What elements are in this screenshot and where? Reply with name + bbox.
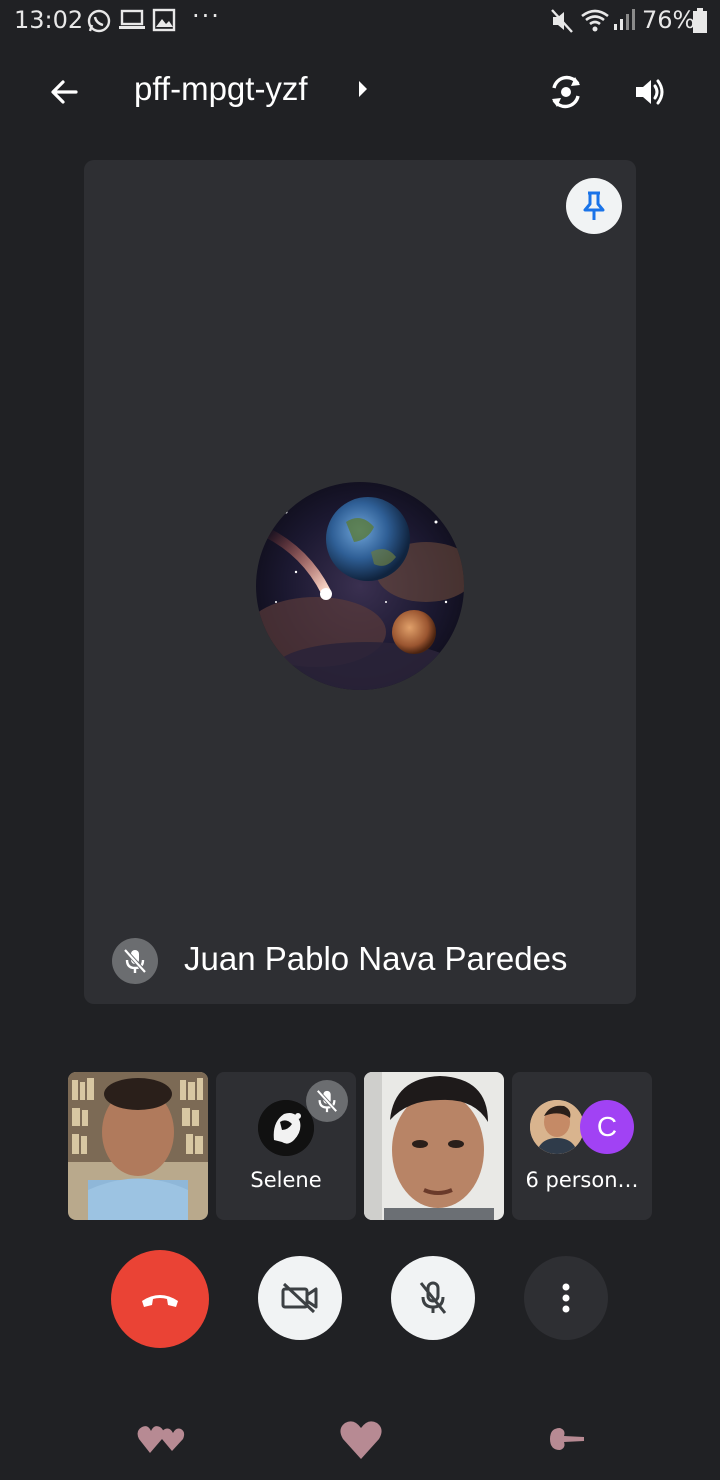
selene-muted-badge — [306, 1080, 348, 1122]
gallery-icon — [152, 8, 176, 36]
participant-avatar — [256, 482, 464, 690]
more-vert-icon — [562, 1283, 570, 1313]
switch-camera-icon — [552, 75, 580, 109]
participant-name: Juan Pablo Nava Paredes — [184, 940, 568, 977]
participant-video — [364, 1072, 504, 1220]
selene-avatar — [258, 1100, 314, 1156]
overflow-notifications: ··· — [192, 2, 221, 30]
whatsapp-icon — [86, 8, 112, 38]
home-heart-icon — [340, 1421, 382, 1459]
end-call-icon — [142, 1295, 178, 1307]
call-top-bar: pff-mpgt-yzf — [0, 60, 720, 124]
participant-thumbnail-group[interactable]: C 6 person… — [512, 1072, 652, 1220]
status-bar: 13:02 ··· 76% — [0, 0, 720, 44]
audio-output-button[interactable] — [624, 66, 676, 118]
mic-off-icon — [419, 1281, 447, 1314]
back-arrow-nav-icon — [550, 1428, 584, 1450]
participant-name-row: Juan Pablo Nava Paredes — [112, 936, 622, 986]
speaker-icon — [636, 79, 664, 105]
mic-toggle-button[interactable] — [391, 1256, 475, 1340]
participant-thumbnail-selene[interactable]: Selene — [216, 1072, 356, 1220]
camera-toggle-button[interactable] — [258, 1256, 342, 1340]
wifi-icon — [580, 8, 610, 38]
back-arrow-icon — [51, 80, 78, 104]
home-button[interactable] — [326, 1414, 396, 1464]
group-avatar-photo — [530, 1100, 584, 1154]
meeting-code[interactable]: pff-mpgt-yzf — [134, 70, 308, 108]
battery-percent: 76% — [642, 6, 696, 34]
back-nav-button[interactable] — [528, 1414, 598, 1464]
recents-hearts-icon — [137, 1426, 185, 1453]
laptop-icon — [118, 8, 146, 36]
pin-icon — [583, 191, 605, 220]
participant-thumbnail-video[interactable] — [364, 1072, 504, 1220]
status-time: 13:02 — [14, 6, 84, 34]
battery-icon — [692, 8, 708, 38]
system-navigation-bar — [0, 1400, 720, 1480]
thumbnail-group-count: 6 person… — [525, 1168, 639, 1192]
camera-off-icon — [281, 1282, 318, 1314]
pin-button[interactable] — [566, 178, 622, 234]
mute-icon — [550, 8, 574, 38]
more-options-button[interactable] — [524, 1256, 608, 1340]
end-call-button[interactable] — [111, 1250, 209, 1348]
meet-call-screen: 13:02 ··· 76% pff-mpgt-yzf Juan Pablo Na… — [0, 0, 720, 1480]
mic-off-icon — [316, 1089, 338, 1113]
caret-right-icon[interactable] — [356, 78, 370, 104]
switch-camera-button[interactable] — [540, 66, 592, 118]
participant-thumbnail-video[interactable] — [68, 1072, 208, 1220]
back-button[interactable] — [36, 68, 92, 116]
signal-icon — [612, 8, 636, 36]
mic-off-icon — [123, 948, 147, 974]
recents-button[interactable] — [126, 1414, 196, 1464]
muted-mic-badge — [112, 938, 158, 984]
thumbnail-name-selene: Selene — [250, 1168, 322, 1192]
participant-thumbnails: Selene C 6 person… — [68, 1072, 652, 1220]
group-avatar-letter: C — [580, 1100, 634, 1154]
main-participant-tile[interactable]: Juan Pablo Nava Paredes — [84, 160, 636, 1004]
participant-video — [68, 1072, 208, 1220]
call-controls — [0, 1248, 720, 1348]
